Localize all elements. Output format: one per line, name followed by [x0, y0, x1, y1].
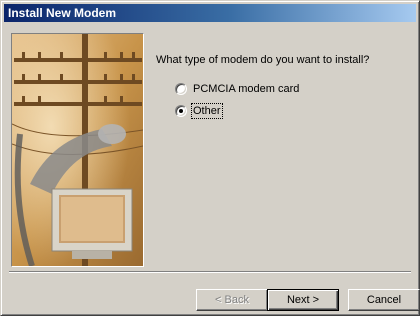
install-modem-dialog: Install New Modem What type of modem do … [0, 0, 420, 316]
wizard-illustration [11, 33, 144, 267]
radio-button-selected[interactable] [175, 105, 187, 117]
modem-type-question: What type of modem do you want to instal… [156, 54, 370, 66]
telephone-pole-illustration [12, 34, 143, 266]
radio-pcmcia-modem[interactable]: PCMCIA modem card [175, 81, 299, 97]
window-title: Install New Modem [8, 6, 117, 20]
title-bar[interactable]: Install New Modem [4, 4, 416, 22]
radio-button[interactable] [175, 83, 187, 95]
cancel-button[interactable]: Cancel [348, 289, 420, 311]
radio-other-label[interactable]: Other [191, 103, 223, 119]
monitor-illustration [51, 188, 133, 259]
radio-other[interactable]: Other [175, 103, 223, 119]
button-area-divider [9, 271, 411, 273]
next-button[interactable]: Next > [267, 289, 339, 311]
radio-pcmcia-label[interactable]: PCMCIA modem card [193, 83, 299, 95]
back-button[interactable]: < Back [196, 289, 268, 311]
